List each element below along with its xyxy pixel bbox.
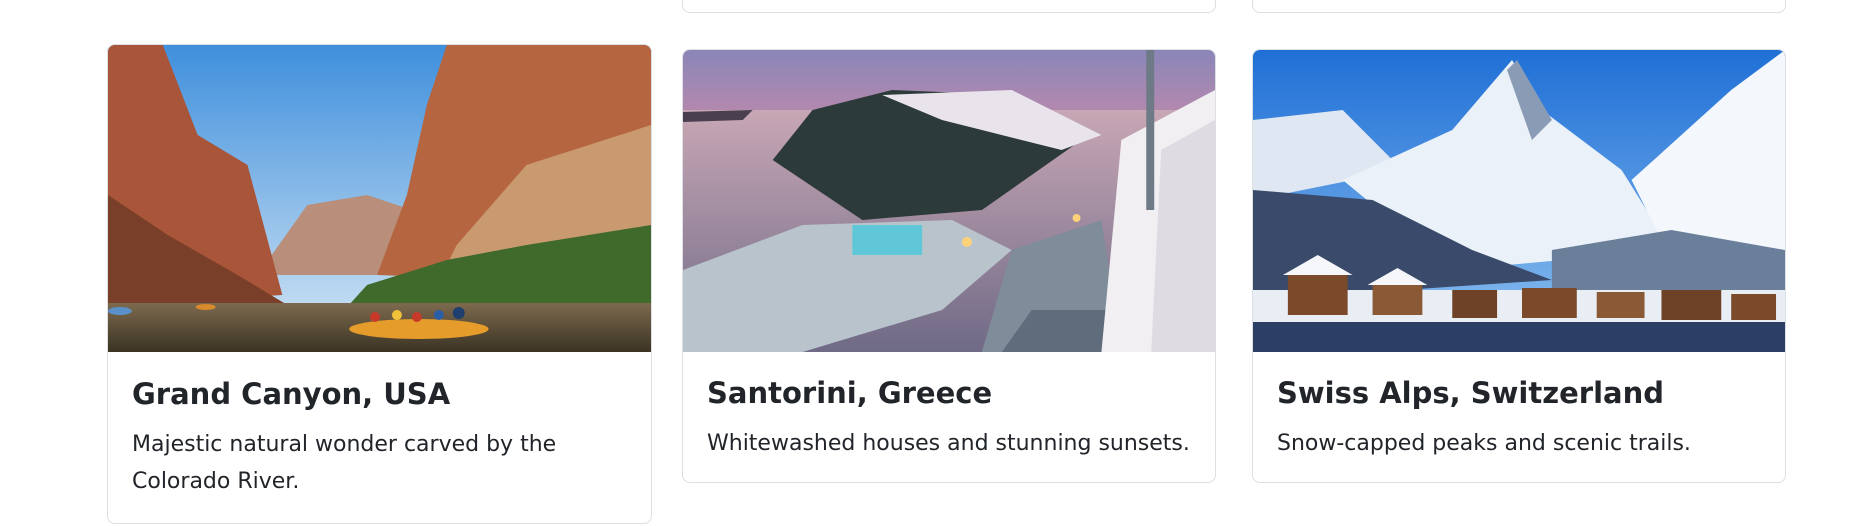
grand-canyon-image xyxy=(108,45,651,352)
destination-card-santorini[interactable]: Santorini, Greece Whitewashed houses and… xyxy=(682,49,1216,483)
card-description: Majestic natural wonder carved by the Co… xyxy=(132,431,557,494)
santorini-image xyxy=(683,50,1215,352)
card-description: Whitewashed houses and stunning sunsets. xyxy=(707,430,1190,456)
swiss-alps-image xyxy=(1253,50,1785,352)
card-title: Santorini, Greece xyxy=(707,376,993,410)
destination-card-swiss-alps[interactable]: Swiss Alps, Switzerland Snow-capped peak… xyxy=(1252,49,1786,483)
destination-card-grand-canyon[interactable]: Grand Canyon, USA Majestic natural wonde… xyxy=(107,44,652,524)
destination-card-partial xyxy=(682,0,1216,13)
card-description: Snow-capped peaks and scenic trails. xyxy=(1277,430,1691,456)
card-title: Grand Canyon, USA xyxy=(132,377,451,411)
destination-card-partial xyxy=(1252,0,1786,13)
card-title: Swiss Alps, Switzerland xyxy=(1277,376,1664,410)
